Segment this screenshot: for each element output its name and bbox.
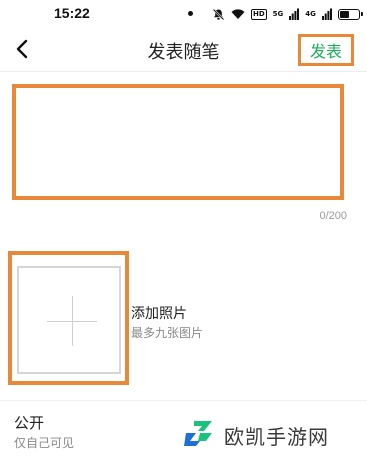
essay-editor-frame — [12, 84, 344, 200]
status-icons: HD 5G 4G — [212, 6, 363, 22]
add-photo-button[interactable] — [17, 266, 121, 374]
signal-label-1: 5G — [272, 10, 284, 18]
mute-bell-icon — [212, 8, 225, 20]
signal-bars-icon-2 — [321, 8, 332, 20]
privacy-subtitle: 仅自己可见 — [14, 436, 75, 450]
add-photo-hint: 最多九张图片 — [131, 326, 204, 340]
wifi-icon — [231, 9, 245, 19]
notification-dot-icon — [188, 11, 193, 16]
watermark-text: 欧凯手游网 — [224, 424, 329, 449]
nav-bar: 发表随笔 发表 — [0, 28, 367, 72]
battery-icon — [337, 8, 363, 20]
hd-badge: HD — [251, 8, 267, 20]
watermark-logo-icon — [184, 421, 212, 446]
signal-label-2: 4G — [305, 10, 316, 18]
publish-button[interactable]: 发表 — [298, 34, 354, 66]
privacy-title: 公开 — [14, 414, 45, 432]
site-watermark: 欧凯手游网 — [182, 415, 329, 455]
essay-text-input[interactable] — [16, 88, 340, 196]
char-counter: 0/200 — [319, 210, 347, 222]
divider — [0, 400, 367, 401]
add-photo-label: 添加照片 — [131, 306, 187, 322]
add-photo-frame — [8, 251, 129, 385]
status-time: 15:22 — [54, 5, 90, 21]
signal-bars-icon — [289, 8, 300, 20]
status-bar: 15:22 HD 5G 4G — [0, 0, 367, 28]
